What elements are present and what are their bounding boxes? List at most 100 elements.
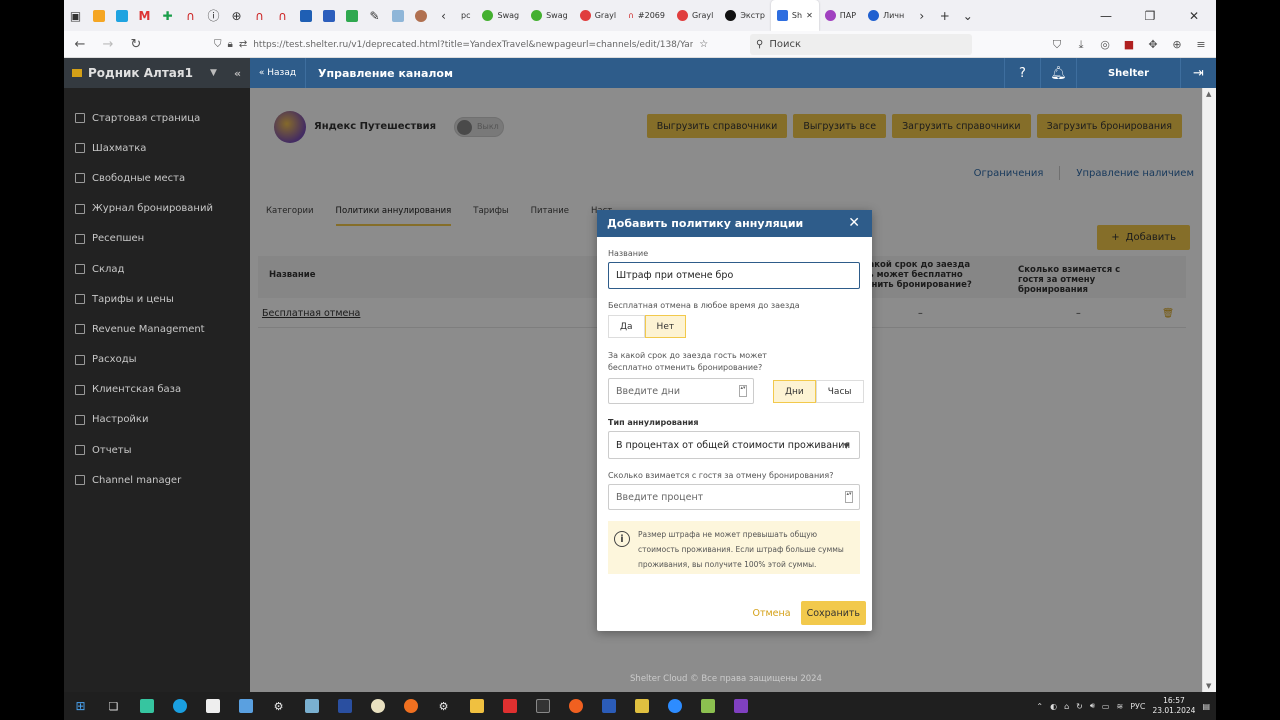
- dbeaver-icon[interactable]: [625, 692, 658, 720]
- tab-6[interactable]: Экстр: [719, 0, 771, 31]
- recorder-icon[interactable]: [724, 692, 757, 720]
- sidebar-item-tariffs[interactable]: Тарифы и цены: [64, 284, 250, 314]
- address-bar[interactable]: ⛉ 🔒︎ ⇄ https://test.shelter.ru/v1/deprec…: [214, 34, 744, 55]
- settings-gear-icon[interactable]: ⚙: [262, 692, 295, 720]
- word-icon[interactable]: [592, 692, 625, 720]
- notes-icon[interactable]: [295, 692, 328, 720]
- pinned-tab-info-icon[interactable]: ⓘ: [202, 0, 225, 31]
- scroll-down-icon[interactable]: ▼: [1206, 682, 1211, 690]
- pinned-tab-pen-icon[interactable]: ✎: [363, 0, 386, 31]
- tray-sync-icon[interactable]: ↻: [1076, 702, 1083, 711]
- free-cancel-no[interactable]: Нет: [644, 315, 687, 338]
- pinned-tab-mail-icon[interactable]: [87, 0, 110, 31]
- tab-3[interactable]: Grayl: [574, 0, 622, 31]
- download-icon[interactable]: ⤓: [1072, 34, 1090, 55]
- sidebar-item-expenses[interactable]: Расходы: [64, 345, 250, 375]
- tabs-scroll-left-icon[interactable]: ‹: [432, 0, 455, 31]
- pinned-tab-globe-icon[interactable]: ⊕: [225, 0, 248, 31]
- clock-app-icon[interactable]: [361, 692, 394, 720]
- edge-icon[interactable]: [163, 692, 196, 720]
- pinned-tab-avatar-icon[interactable]: [409, 0, 432, 31]
- pinned-tab-drive-icon[interactable]: [340, 0, 363, 31]
- percent-input[interactable]: Введите процент ▴▾: [608, 484, 860, 510]
- file-explorer-icon[interactable]: [460, 692, 493, 720]
- tab-7-active[interactable]: Sh ✕: [770, 0, 819, 31]
- page-scrollbar[interactable]: ▲ ▼: [1202, 88, 1216, 692]
- clock[interactable]: 16:57 23.01.2024: [1152, 696, 1195, 716]
- sidebar-header[interactable]: Родник Алтая1 ▼ «: [64, 58, 250, 88]
- chevron-down-icon[interactable]: ▼: [210, 68, 217, 78]
- extension-badge-icon[interactable]: ■: [1120, 34, 1138, 55]
- cancellation-type-select[interactable]: В процентах от общей стоимости проживани…: [608, 431, 860, 459]
- free-cancel-yes[interactable]: Да: [608, 315, 645, 338]
- sidebar-item-bookings-log[interactable]: Журнал бронирований: [64, 194, 250, 224]
- gear-app-icon[interactable]: ⚙: [427, 692, 460, 720]
- sidebar-item-reports[interactable]: Отчеты: [64, 435, 250, 465]
- tab-9[interactable]: Личн: [862, 0, 910, 31]
- tab-overview-icon[interactable]: ▣: [64, 0, 87, 31]
- unit-days[interactable]: Дни: [773, 380, 816, 403]
- orange-app-icon[interactable]: [394, 692, 427, 720]
- sidebar-item-channel-manager[interactable]: Channel manager: [64, 465, 250, 495]
- pinned-tab-sheets-icon[interactable]: ✚: [156, 0, 179, 31]
- account-icon[interactable]: ◎: [1096, 34, 1114, 55]
- user-menu[interactable]: Shelter: [1076, 58, 1180, 88]
- spinner-icon[interactable]: ▴▾: [739, 385, 747, 397]
- sidebar-item-clients[interactable]: Клиентская база: [64, 375, 250, 405]
- days-input[interactable]: Введите дни ▴▾: [608, 378, 754, 404]
- extensions-icon[interactable]: ✥: [1144, 34, 1162, 55]
- save-button[interactable]: Сохранить: [800, 601, 866, 625]
- zoom-icon[interactable]: [658, 692, 691, 720]
- sidebar-item-reception[interactable]: Ресепшен: [64, 224, 250, 254]
- tab-4[interactable]: ∩ #2069: [622, 0, 671, 31]
- tabs-scroll-right-icon[interactable]: ›: [910, 0, 933, 31]
- tray-app-icon[interactable]: ◐: [1050, 702, 1057, 711]
- back-arrow-icon[interactable]: ←: [68, 32, 92, 56]
- help-icon[interactable]: ?: [1004, 58, 1040, 88]
- terminal-icon[interactable]: [526, 692, 559, 720]
- pinned-tab-chat-icon[interactable]: [110, 0, 133, 31]
- spinner-icon[interactable]: ▴▾: [845, 491, 853, 503]
- pinned-tab-magnet2-icon[interactable]: ∩: [248, 0, 271, 31]
- remote-desktop-icon[interactable]: [229, 692, 262, 720]
- tray-expand-icon[interactable]: ⌃: [1036, 702, 1043, 711]
- bookmark-star-icon[interactable]: ☆: [699, 39, 708, 50]
- menu-icon[interactable]: ≡: [1192, 34, 1210, 55]
- pinned-tab-grid-icon[interactable]: [317, 0, 340, 31]
- sidebar-item-chess[interactable]: Шахматка: [64, 133, 250, 163]
- back-link[interactable]: « Назад: [250, 58, 306, 88]
- pinned-tab-gmail-icon[interactable]: M: [133, 0, 156, 31]
- close-window-icon[interactable]: ✕: [1172, 0, 1216, 31]
- forward-arrow-icon[interactable]: →: [96, 32, 120, 56]
- bell-icon[interactable]: 🔔︎: [1040, 58, 1076, 88]
- cancel-button[interactable]: Отмена: [753, 608, 791, 619]
- tab-0[interactable]: pc: [455, 0, 476, 31]
- windows-start-icon[interactable]: ⊞: [64, 692, 97, 720]
- scroll-up-icon[interactable]: ▲: [1206, 90, 1211, 98]
- anydesk-icon[interactable]: [493, 692, 526, 720]
- search-box[interactable]: ⚲ Поиск: [750, 34, 972, 55]
- pinned-tab-qa-icon[interactable]: [294, 0, 317, 31]
- tab-5[interactable]: Grayl: [671, 0, 719, 31]
- pocket-icon[interactable]: ⛉: [1048, 34, 1066, 55]
- sidebar-item-warehouse[interactable]: Склад: [64, 254, 250, 284]
- tray-monitor-icon[interactable]: ▭: [1102, 702, 1110, 711]
- translate-icon[interactable]: ⊕: [1168, 34, 1186, 55]
- tab-8[interactable]: ПАР: [819, 0, 862, 31]
- language-indicator[interactable]: РУС: [1130, 702, 1145, 711]
- tab-close-icon[interactable]: ✕: [806, 11, 813, 20]
- reload-icon[interactable]: ↻: [124, 32, 148, 56]
- maximize-icon[interactable]: ❐: [1128, 0, 1172, 31]
- pinned-tab-magnet-icon[interactable]: ∩: [179, 0, 202, 31]
- collapse-sidebar-icon[interactable]: «: [234, 67, 241, 80]
- tab-2[interactable]: Swag: [525, 0, 574, 31]
- close-icon[interactable]: ✕: [848, 215, 860, 231]
- notepad-icon[interactable]: [691, 692, 724, 720]
- minimize-icon[interactable]: —: [1084, 0, 1128, 31]
- sidebar-item-start[interactable]: Стартовая страница: [64, 103, 250, 133]
- slack-icon[interactable]: [130, 692, 163, 720]
- pinned-tab-magnet3-icon[interactable]: ∩: [271, 0, 294, 31]
- tab-list-icon[interactable]: ⌄: [956, 0, 979, 31]
- sidebar-item-revenue[interactable]: Revenue Management: [64, 314, 250, 344]
- notifications-icon[interactable]: ▤: [1202, 702, 1210, 711]
